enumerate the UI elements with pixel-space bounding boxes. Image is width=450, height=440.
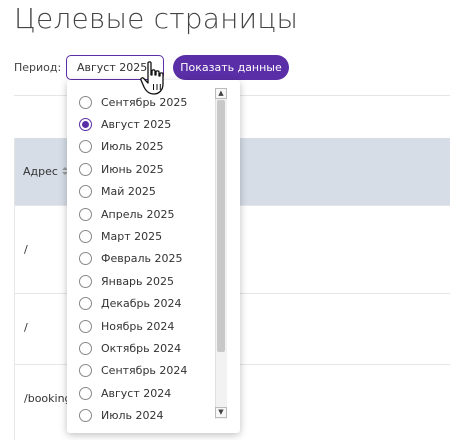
period-option[interactable]: Май 2025 — [79, 182, 156, 202]
period-option[interactable]: Июль 2025 — [79, 137, 164, 157]
radio-icon[interactable] — [79, 297, 92, 311]
period-option-label: Сентябрь 2025 — [101, 95, 188, 109]
radio-icon[interactable] — [79, 386, 92, 400]
radio-icon[interactable] — [79, 140, 92, 154]
period-option[interactable]: Январь 2025 — [79, 271, 174, 291]
period-option-label: Июнь 2025 — [101, 162, 164, 176]
radio-icon[interactable] — [79, 162, 92, 176]
period-option-label: Январь 2025 — [101, 274, 175, 288]
period-option-label: Февраль 2025 — [101, 252, 183, 266]
hand-cursor-icon — [140, 61, 164, 95]
period-option[interactable]: Март 2025 — [79, 226, 162, 246]
period-option-label: Май 2025 — [101, 185, 156, 199]
period-option-label: Апрель 2025 — [101, 207, 175, 221]
period-option[interactable]: Октябрь 2024 — [79, 338, 181, 358]
radio-icon[interactable] — [79, 185, 92, 199]
period-option[interactable]: Декабрь 2024 — [79, 294, 182, 314]
table-cell-address[interactable]: / — [24, 243, 28, 256]
page-title: Целевые страницы — [14, 2, 299, 35]
period-option[interactable]: Июнь 2025 — [79, 159, 164, 179]
period-option[interactable]: Август 2024 — [79, 383, 171, 403]
scroll-down-icon[interactable]: ▼ — [215, 407, 227, 418]
scroll-up-icon[interactable]: ▲ — [215, 88, 227, 99]
period-option[interactable]: Апрель 2025 — [79, 204, 174, 224]
period-option-label: Июль 2024 — [101, 409, 164, 423]
radio-icon[interactable] — [79, 252, 92, 266]
radio-checked-icon[interactable] — [79, 117, 92, 131]
radio-icon[interactable] — [79, 95, 92, 109]
period-option[interactable]: Февраль 2025 — [79, 249, 182, 269]
period-option[interactable]: Август 2025 — [79, 114, 171, 134]
period-option[interactable]: Сентябрь 2024 — [79, 361, 187, 381]
period-option-label: Сентябрь 2024 — [101, 364, 188, 378]
period-option-label: Декабрь 2024 — [101, 297, 182, 311]
period-option[interactable]: Сентябрь 2025 — [79, 92, 187, 112]
scrollbar-thumb[interactable] — [217, 100, 225, 352]
period-option-label: Август 2025 — [101, 117, 172, 131]
period-option-label: Июль 2025 — [101, 140, 164, 154]
radio-icon[interactable] — [79, 341, 92, 355]
period-label: Период: — [14, 61, 62, 74]
period-option-label: Март 2025 — [101, 229, 163, 243]
column-header-address[interactable]: Адрес — [23, 165, 58, 178]
period-option-label: Ноябрь 2024 — [101, 319, 175, 333]
period-select-value: Август 2025 — [77, 61, 148, 74]
radio-icon[interactable] — [79, 229, 92, 243]
table-cell-address[interactable]: /booking — [24, 392, 72, 405]
period-option-label: Октябрь 2024 — [101, 341, 182, 355]
radio-icon[interactable] — [79, 364, 92, 378]
table-cell-address[interactable]: / — [24, 321, 28, 334]
period-option[interactable]: Июль 2024 — [79, 406, 164, 426]
period-option[interactable]: Ноябрь 2024 — [79, 316, 174, 336]
radio-icon[interactable] — [79, 409, 92, 423]
show-data-button[interactable]: Показать данные — [173, 55, 289, 80]
period-dropdown[interactable]: Сентябрь 2025 Август 2025 Июль 2025 Июнь 20… — [67, 80, 240, 433]
period-option-label: Август 2024 — [101, 386, 172, 400]
radio-icon[interactable] — [79, 274, 92, 288]
radio-icon[interactable] — [79, 319, 92, 333]
radio-icon[interactable] — [79, 207, 92, 221]
